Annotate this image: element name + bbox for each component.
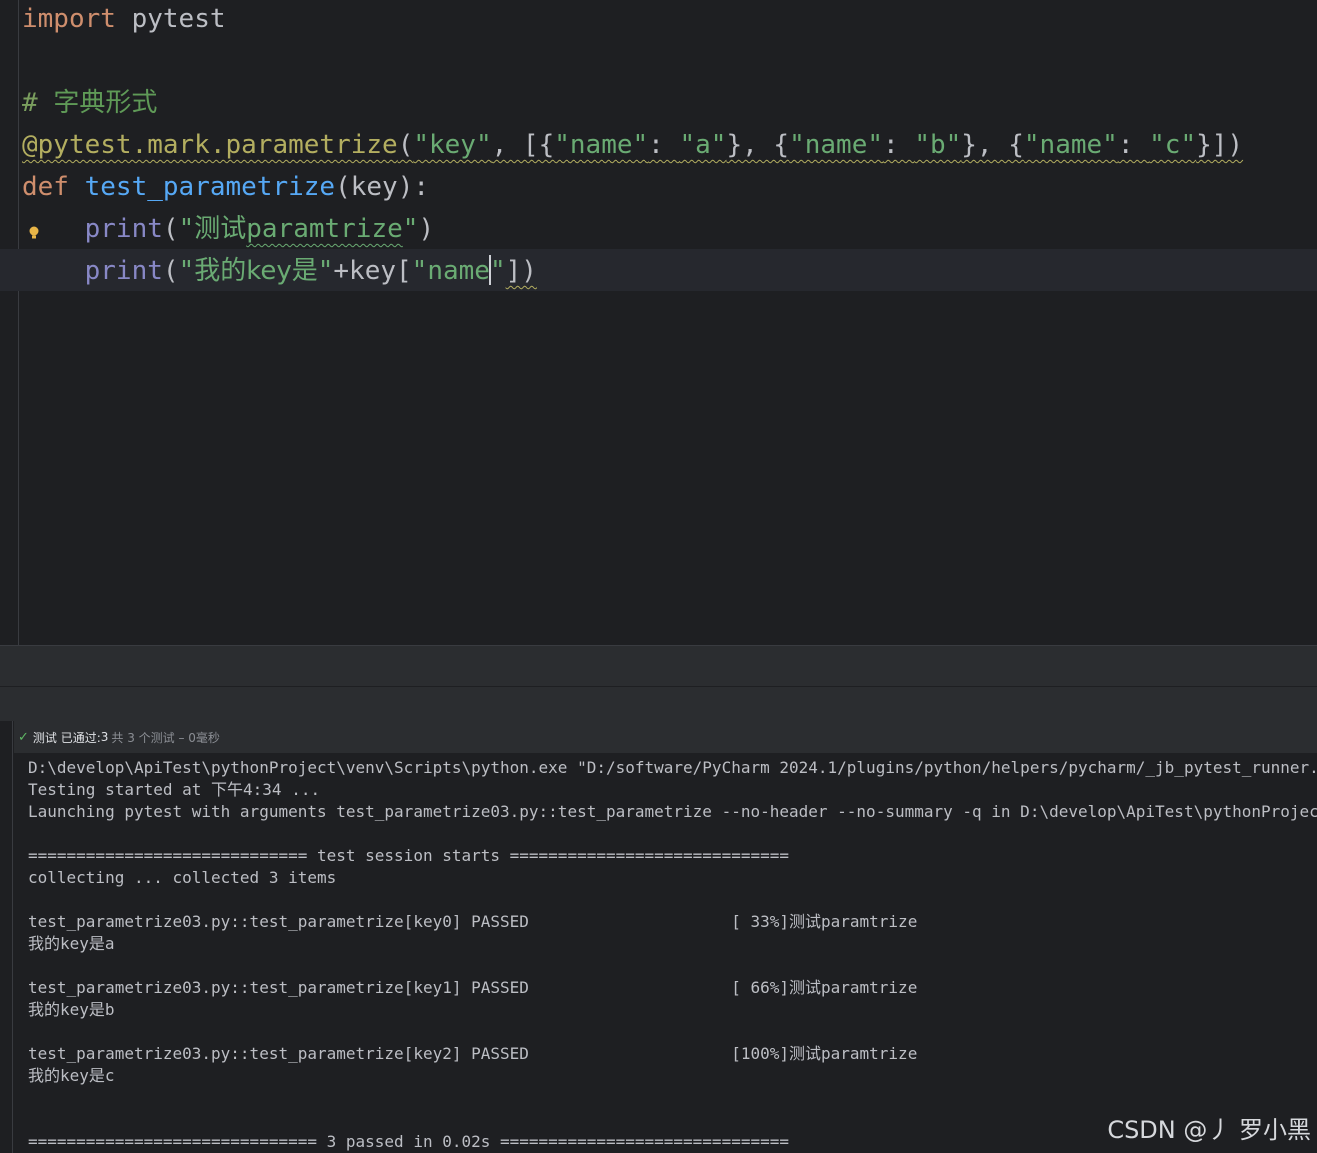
editor-gutter — [0, 0, 19, 645]
code-line-6[interactable]: print("测试paramtrize") — [22, 208, 434, 250]
string-name: "name — [411, 256, 490, 286]
punct: : — [1117, 130, 1150, 160]
code-line-3[interactable]: # 字典形式 — [22, 82, 157, 124]
punct: : — [648, 130, 680, 160]
punct: : — [883, 130, 915, 160]
punct: }, { — [961, 130, 1024, 160]
string-key: "key" — [413, 130, 492, 160]
string-a: "a" — [679, 130, 727, 160]
console-line: 我的key是b — [28, 1000, 115, 1019]
comment-hash: # — [22, 88, 54, 118]
string-c: "c" — [1149, 130, 1197, 160]
run-panel: ✓ 测试 已通过: 3 共 3 个测试 – 0毫秒 D:\develop\Api… — [0, 721, 1317, 1153]
paren: ( — [162, 214, 179, 244]
keyword-def: def — [22, 172, 69, 202]
builtin-print: print — [84, 256, 163, 286]
string-word: paramtrize — [246, 214, 403, 244]
punct: }]) — [1196, 130, 1244, 160]
console-line: test_parametrize03.py::test_parametrize[… — [28, 978, 918, 997]
test-status-bar: ✓ 测试 已通过: 3 共 3 个测试 – 0毫秒 — [14, 721, 1317, 753]
status-count: 3 — [100, 730, 109, 744]
paren: ) — [418, 214, 435, 244]
paren: ( — [162, 256, 179, 286]
code-line-5[interactable]: def test_parametrize(key): — [22, 166, 429, 208]
string-cn: 测试 — [194, 214, 247, 244]
console-line: ============================= test sessi… — [28, 846, 789, 865]
quote: " — [489, 256, 506, 286]
string-name: "name" — [1023, 130, 1118, 160]
run-gutter — [0, 721, 13, 1153]
string-b: "b" — [914, 130, 962, 160]
check-icon: ✓ — [18, 729, 29, 745]
function-params: (key): — [335, 172, 429, 202]
string-name: "name" — [789, 130, 883, 160]
code-line-4[interactable]: @pytest.mark.parametrize("key", [{"name"… — [22, 124, 1243, 166]
string-name: "name" — [554, 130, 649, 160]
console-output[interactable]: D:\develop\ApiTest\pythonProject\venv\Sc… — [28, 757, 1317, 1153]
quote: " — [402, 214, 419, 244]
function-name: test_parametrize — [84, 172, 336, 202]
paren: ]) — [505, 256, 537, 286]
punct: }, { — [726, 130, 790, 160]
console-line: test_parametrize03.py::test_parametrize[… — [28, 912, 918, 931]
status-label: 测试 已通过: — [32, 730, 101, 745]
comment-text: 字典形式 — [53, 88, 158, 118]
watermark: CSDN @丿 罗小黑 — [1107, 1116, 1311, 1144]
quote: " — [317, 256, 334, 286]
module-name: pytest — [115, 4, 226, 34]
console-line: Launching pytest with arguments test_par… — [28, 802, 1317, 821]
editor-bottom-bar — [0, 645, 1317, 687]
console-line: test_parametrize03.py::test_parametrize[… — [28, 1044, 918, 1063]
keyword-import: import — [22, 4, 116, 34]
builtin-print: print — [84, 214, 163, 244]
decorator: @pytest.mark.parametrize — [22, 130, 398, 160]
code-editor[interactable]: import pytest # 字典形式 @pytest.mark.parame… — [0, 0, 1317, 645]
console-line: Testing started at 下午4:34 ... — [28, 780, 321, 799]
console-line: collecting ... collected 3 items — [28, 868, 337, 887]
code-line-1[interactable]: import pytest — [22, 0, 226, 40]
quote: " — [178, 214, 195, 244]
console-line: 我的key是c — [28, 1066, 115, 1085]
status-detail: 共 3 个测试 – 0毫秒 — [111, 730, 220, 745]
tool-window-header — [0, 686, 1317, 722]
paren: ( — [397, 130, 414, 160]
console-line: D:\develop\ApiTest\pythonProject\venv\Sc… — [28, 758, 1317, 777]
string-cn: 我的key是 — [194, 256, 318, 286]
expr: +key[ — [333, 256, 412, 286]
code-line-7[interactable]: print("我的key是"+key["name"]) — [22, 250, 537, 292]
quote: " — [178, 256, 195, 286]
punct: , [{ — [491, 130, 555, 160]
console-line: 我的key是a — [28, 934, 115, 953]
